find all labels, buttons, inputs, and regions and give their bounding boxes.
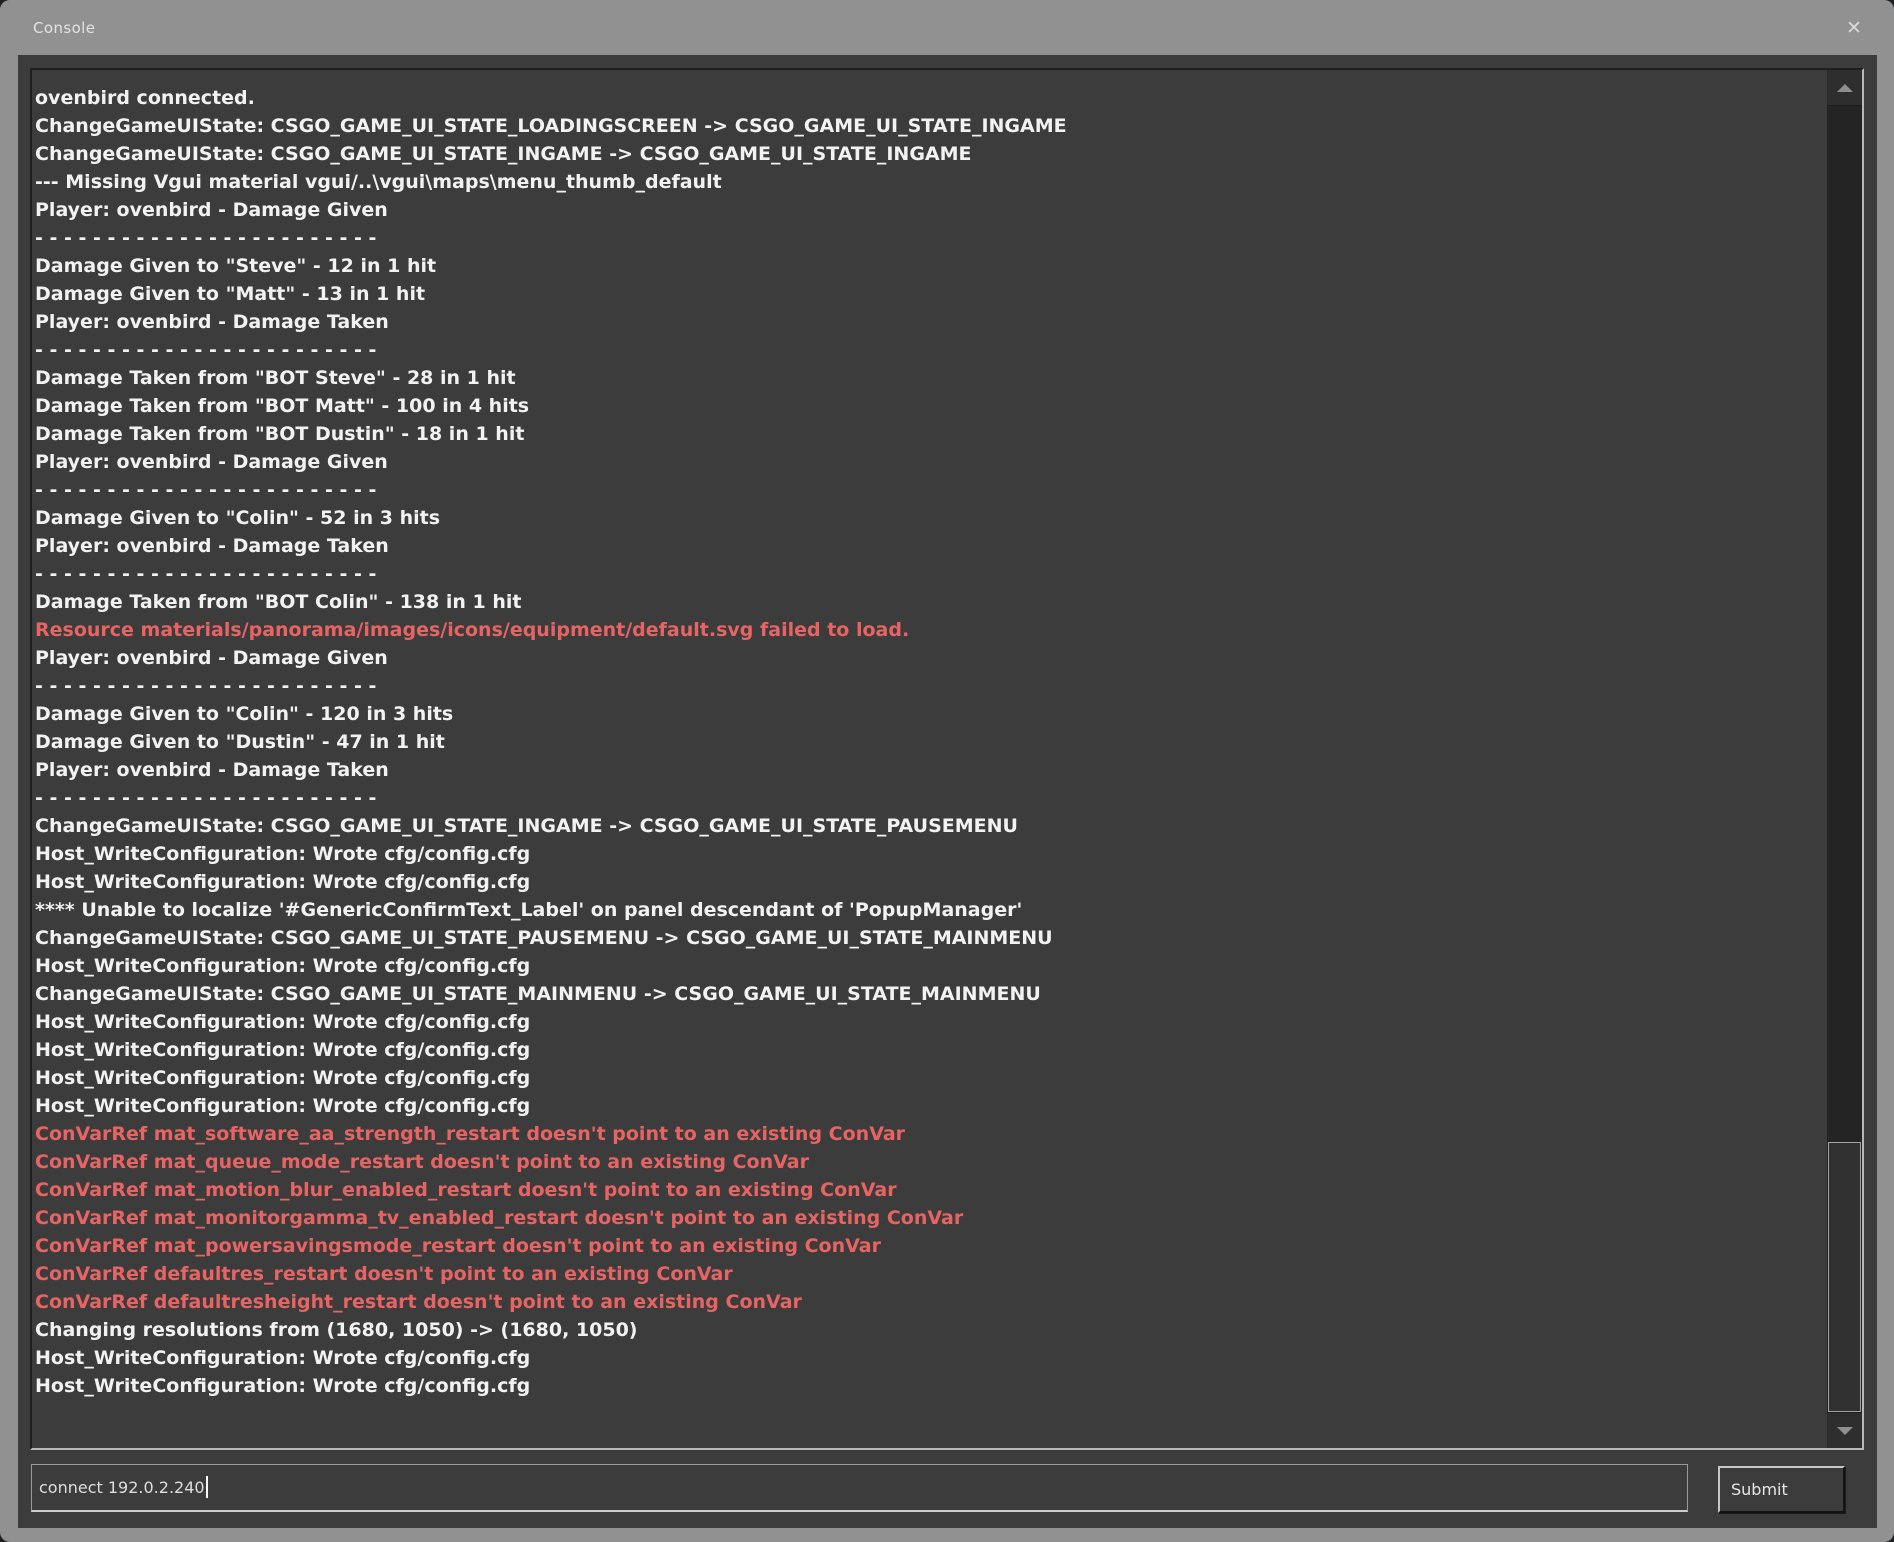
submit-button[interactable]: Submit — [1718, 1466, 1845, 1513]
log-line: - - - - - - - - - - - - - - - - - - - - … — [35, 560, 1818, 588]
log-line: ConVarRef defaultresheight_restart doesn… — [35, 1288, 1818, 1316]
triangle-down-icon — [1837, 1427, 1853, 1435]
log-line: Host_WriteConfiguration: Wrote cfg/confi… — [35, 840, 1818, 868]
log-line: Damage Given to "Steve" - 12 in 1 hit — [35, 252, 1818, 280]
log-line: Host_WriteConfiguration: Wrote cfg/confi… — [35, 1092, 1818, 1120]
log-line: ChangeGameUIState: CSGO_GAME_UI_STATE_IN… — [35, 140, 1818, 168]
log-line: Damage Taken from "BOT Steve" - 28 in 1 … — [35, 364, 1818, 392]
log-line: ConVarRef mat_powersavingsmode_restart d… — [35, 1232, 1818, 1260]
log-line: ovenbird connected. — [35, 84, 1818, 112]
log-line: Resource materials/panorama/images/icons… — [35, 616, 1818, 644]
log-line: Damage Taken from "BOT Dustin" - 18 in 1… — [35, 420, 1818, 448]
console-body: ovenbird connected.ChangeGameUIState: CS… — [18, 55, 1877, 1528]
scrollbar-thumb[interactable] — [1828, 1142, 1861, 1412]
log-line: ConVarRef mat_monitorgamma_tv_enabled_re… — [35, 1204, 1818, 1232]
log-line: --- Missing Vgui material vgui/..\vgui\m… — [35, 168, 1818, 196]
log-line: ChangeGameUIState: CSGO_GAME_UI_STATE_MA… — [35, 980, 1818, 1008]
log-line: Host_WriteConfiguration: Wrote cfg/confi… — [35, 1036, 1818, 1064]
console-window: Console ✕ ovenbird connected.ChangeGameU… — [0, 0, 1894, 1542]
log-line: Host_WriteConfiguration: Wrote cfg/confi… — [35, 1344, 1818, 1372]
close-icon[interactable]: ✕ — [1842, 16, 1866, 40]
log-line: ChangeGameUIState: CSGO_GAME_UI_STATE_PA… — [35, 924, 1818, 952]
scrollbar[interactable] — [1827, 70, 1862, 1448]
log-line: Player: ovenbird - Damage Taken — [35, 308, 1818, 336]
titlebar[interactable]: Console ✕ — [0, 0, 1894, 55]
log-line: Host_WriteConfiguration: Wrote cfg/confi… — [35, 1008, 1818, 1036]
triangle-up-icon — [1837, 84, 1853, 92]
log-line: Host_WriteConfiguration: Wrote cfg/confi… — [35, 1064, 1818, 1092]
command-input[interactable]: connect 192.0.2.240 — [31, 1464, 1688, 1512]
log-line: Player: ovenbird - Damage Given — [35, 196, 1818, 224]
log-line: Player: ovenbird - Damage Given — [35, 644, 1818, 672]
log-line: ConVarRef defaultres_restart doesn't poi… — [35, 1260, 1818, 1288]
log-line: Player: ovenbird - Damage Taken — [35, 532, 1818, 560]
log-line: Damage Taken from "BOT Colin" - 138 in 1… — [35, 588, 1818, 616]
log-line: ConVarRef mat_software_aa_strength_resta… — [35, 1120, 1818, 1148]
screen: Console ✕ ovenbird connected.ChangeGameU… — [0, 0, 1894, 1542]
log-line: - - - - - - - - - - - - - - - - - - - - … — [35, 672, 1818, 700]
log-line: Host_WriteConfiguration: Wrote cfg/confi… — [35, 868, 1818, 896]
console-log: ovenbird connected.ChangeGameUIState: CS… — [35, 84, 1818, 1448]
log-line: **** Unable to localize '#GenericConfirm… — [35, 896, 1818, 924]
log-line: - - - - - - - - - - - - - - - - - - - - … — [35, 476, 1818, 504]
log-line: ConVarRef mat_queue_mode_restart doesn't… — [35, 1148, 1818, 1176]
log-line: - - - - - - - - - - - - - - - - - - - - … — [35, 336, 1818, 364]
log-line: - - - - - - - - - - - - - - - - - - - - … — [35, 784, 1818, 812]
log-line: Player: ovenbird - Damage Given — [35, 448, 1818, 476]
log-line: Damage Given to "Colin" - 52 in 3 hits — [35, 504, 1818, 532]
log-line: ConVarRef mat_motion_blur_enabled_restar… — [35, 1176, 1818, 1204]
log-line: Player: ovenbird - Damage Taken — [35, 756, 1818, 784]
scroll-down-button[interactable] — [1827, 1412, 1862, 1448]
log-line: Damage Given to "Colin" - 120 in 3 hits — [35, 700, 1818, 728]
command-input-value: connect 192.0.2.240 — [39, 1478, 205, 1497]
text-caret — [206, 1476, 208, 1498]
log-line: Damage Taken from "BOT Matt" - 100 in 4 … — [35, 392, 1818, 420]
log-line: Damage Given to "Dustin" - 47 in 1 hit — [35, 728, 1818, 756]
scroll-up-button[interactable] — [1827, 70, 1862, 106]
log-line: Damage Given to "Matt" - 13 in 1 hit — [35, 280, 1818, 308]
log-line: Changing resolutions from (1680, 1050) -… — [35, 1316, 1818, 1344]
window-title: Console — [33, 19, 95, 37]
log-line: Host_WriteConfiguration: Wrote cfg/confi… — [35, 952, 1818, 980]
log-line: ChangeGameUIState: CSGO_GAME_UI_STATE_LO… — [35, 112, 1818, 140]
log-line: - - - - - - - - - - - - - - - - - - - - … — [35, 224, 1818, 252]
log-line: Host_WriteConfiguration: Wrote cfg/confi… — [35, 1372, 1818, 1400]
console-log-area: ovenbird connected.ChangeGameUIState: CS… — [30, 68, 1864, 1450]
log-line: ChangeGameUIState: CSGO_GAME_UI_STATE_IN… — [35, 812, 1818, 840]
